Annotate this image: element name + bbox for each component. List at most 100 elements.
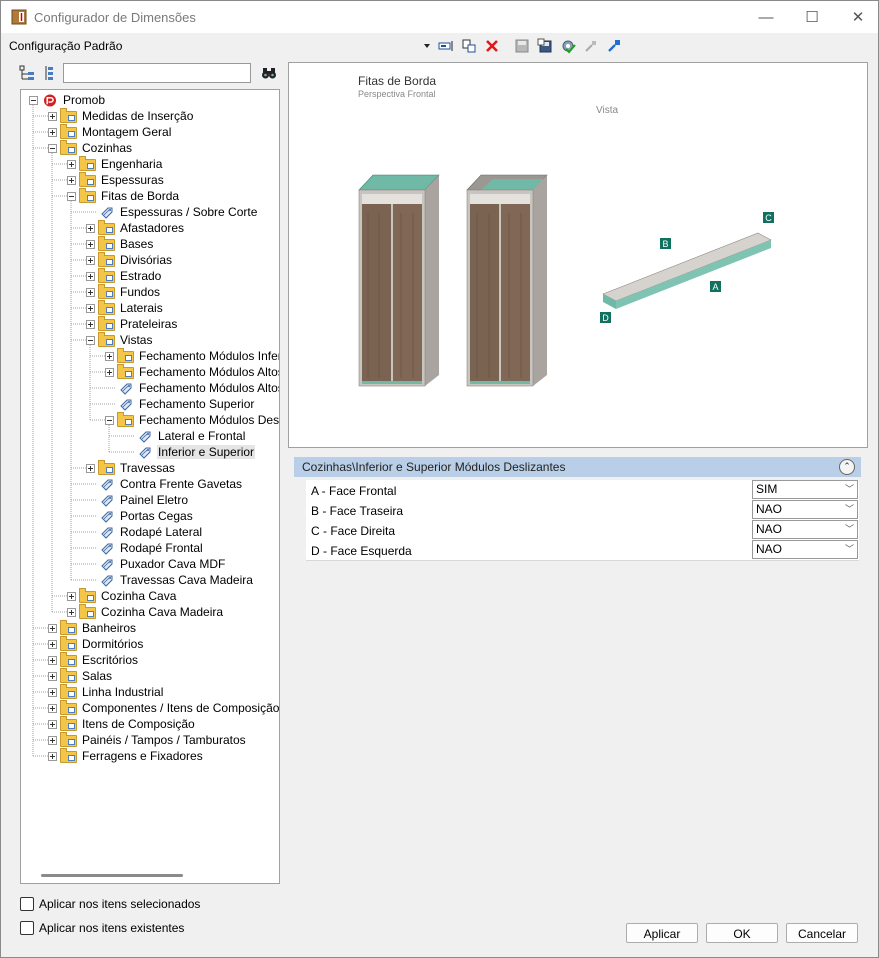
tree-item[interactable]: Bases [86, 235, 154, 252]
ok-button[interactable]: OK [706, 923, 778, 943]
collapse-icon[interactable] [48, 143, 57, 153]
tree-item[interactable]: Lateral e Frontal [124, 428, 246, 444]
tree-item[interactable]: Promob [29, 92, 106, 108]
expand-icon[interactable] [48, 111, 57, 121]
checkbox-box[interactable] [20, 921, 34, 935]
collapse-icon[interactable] [86, 335, 95, 345]
expand-icon[interactable] [48, 735, 57, 745]
expand-icon[interactable] [48, 671, 57, 681]
property-value-select[interactable]: SIM ﹀ [752, 480, 858, 499]
tree-horizontal-scrollbar[interactable] [41, 874, 183, 877]
checkbox-box[interactable] [20, 897, 34, 911]
tree-item[interactable]: Cozinha Cava [67, 587, 177, 604]
tree-item[interactable]: Fechamento Módulos Desliza [105, 411, 279, 428]
tree-item[interactable]: Engenharia [67, 155, 163, 172]
property-value-select[interactable]: NAO ﹀ [752, 520, 858, 539]
tree-item[interactable]: Rodapé Frontal [86, 540, 204, 556]
apply-existing-checkbox[interactable]: Aplicar nos itens existentes [20, 921, 184, 935]
cancel-button[interactable]: Cancelar [786, 923, 858, 943]
apply-selected-checkbox[interactable]: Aplicar nos itens selecionados [20, 897, 200, 911]
tree-item[interactable]: Fechamento Módulos Altos e [105, 363, 279, 380]
tree-item[interactable]: Travessas [86, 459, 176, 476]
expand-icon[interactable] [86, 239, 95, 249]
tree-item[interactable]: Rodapé Lateral [86, 524, 203, 540]
tree-item[interactable]: Fitas de Borda [67, 187, 180, 204]
export-button[interactable] [605, 37, 623, 55]
collapse-icon[interactable] [105, 415, 114, 425]
expand-icon[interactable] [86, 287, 95, 297]
expand-icon[interactable] [48, 751, 57, 761]
expand-icon[interactable] [48, 655, 57, 665]
expand-icon[interactable] [48, 623, 57, 633]
tree-item[interactable]: Fundos [86, 283, 161, 300]
collapse-all-button[interactable] [43, 65, 57, 83]
tree-item[interactable]: Estrado [86, 267, 162, 284]
tree-item[interactable]: Montagem Geral [48, 123, 172, 140]
save-button[interactable] [513, 37, 531, 55]
expand-icon[interactable] [48, 127, 57, 137]
tree-item[interactable]: Afastadores [86, 219, 185, 236]
property-value-select[interactable]: NAO ﹀ [752, 540, 858, 559]
tree-item[interactable]: Vistas [86, 331, 153, 348]
save-as-button[interactable] [536, 37, 554, 55]
import-button[interactable] [582, 37, 600, 55]
apply-button[interactable]: Aplicar [626, 923, 698, 943]
expand-icon[interactable] [86, 223, 95, 233]
category-tree[interactable]: Promob Medidas de Inserção Montagem Geral C… [20, 89, 280, 884]
expand-icon[interactable] [48, 639, 57, 649]
tree-item[interactable]: Fechamento Superior [105, 396, 255, 412]
tree-item[interactable]: Espessuras [67, 171, 165, 188]
tree-item[interactable]: Puxador Cava MDF [86, 556, 226, 572]
close-button[interactable]: ✕ [835, 1, 879, 33]
tree-item[interactable]: Linha Industrial [48, 683, 164, 700]
tree-item[interactable]: Itens de Composição [48, 715, 196, 732]
tree-item[interactable]: Componentes / Itens de Composição [48, 699, 279, 716]
tree-item[interactable]: Medidas de Inserção [48, 107, 194, 124]
rename-config-button[interactable] [437, 37, 455, 55]
copy-config-button[interactable] [460, 37, 478, 55]
tree-item[interactable]: Cozinha Cava Madeira [67, 603, 224, 620]
tree-item[interactable]: Prateleiras [86, 315, 178, 332]
expand-icon[interactable] [86, 463, 95, 473]
expand-icon[interactable] [105, 367, 114, 377]
collapse-icon[interactable] [67, 191, 76, 201]
config-dropdown-arrow[interactable] [421, 37, 433, 55]
expand-icon[interactable] [67, 591, 76, 601]
tree-item[interactable]: Banheiros [48, 619, 137, 636]
expand-icon[interactable] [48, 687, 57, 697]
expand-icon[interactable] [67, 159, 76, 169]
tree-item[interactable]: Escritórios [48, 651, 139, 668]
property-group-header[interactable]: Cozinhas\Inferior e Superior Módulos Des… [294, 457, 861, 477]
tree-item[interactable]: Divisórias [86, 251, 173, 268]
tree-item[interactable]: Fechamento Módulos Altos [105, 380, 279, 396]
find-button[interactable] [261, 65, 279, 83]
expand-icon[interactable] [48, 719, 57, 729]
expand-icon[interactable] [86, 271, 95, 281]
expand-icon[interactable] [48, 703, 57, 713]
collapse-group-button[interactable]: ⌃ [839, 459, 855, 475]
expand-all-button[interactable] [19, 65, 37, 83]
tree-item[interactable]: Ferragens e Fixadores [48, 747, 204, 764]
expand-icon[interactable] [86, 303, 95, 313]
delete-config-button[interactable] [483, 37, 501, 55]
expand-icon[interactable] [67, 175, 76, 185]
tree-search-input[interactable] [63, 63, 251, 83]
tree-item[interactable]: Painéis / Tampos / Tamburatos [48, 731, 247, 748]
tree-item[interactable]: Espessuras / Sobre Corte [86, 204, 258, 220]
tree-item[interactable]: Fechamento Módulos Inferior [105, 347, 279, 364]
property-value-select[interactable]: NAO ﹀ [752, 500, 858, 519]
tree-item[interactable]: Laterais [86, 299, 164, 316]
apply-settings-button[interactable] [559, 37, 577, 55]
tree-item[interactable]: Cozinhas [48, 139, 133, 156]
tree-item[interactable]: Contra Frente Gavetas [86, 476, 243, 492]
expand-icon[interactable] [105, 351, 114, 361]
tree-item[interactable]: Dormitórios [48, 635, 144, 652]
tree-item[interactable]: Salas [48, 667, 113, 684]
minimize-button[interactable]: — [743, 1, 789, 33]
expand-icon[interactable] [86, 319, 95, 329]
expand-icon[interactable] [67, 607, 76, 617]
tree-item[interactable]: Portas Cegas [86, 508, 194, 524]
tree-item[interactable]: Painel Eletro [86, 492, 189, 508]
tree-item[interactable]: Inferior e Superior [124, 444, 256, 460]
tree-item[interactable]: Travessas Cava Madeira [86, 572, 254, 588]
